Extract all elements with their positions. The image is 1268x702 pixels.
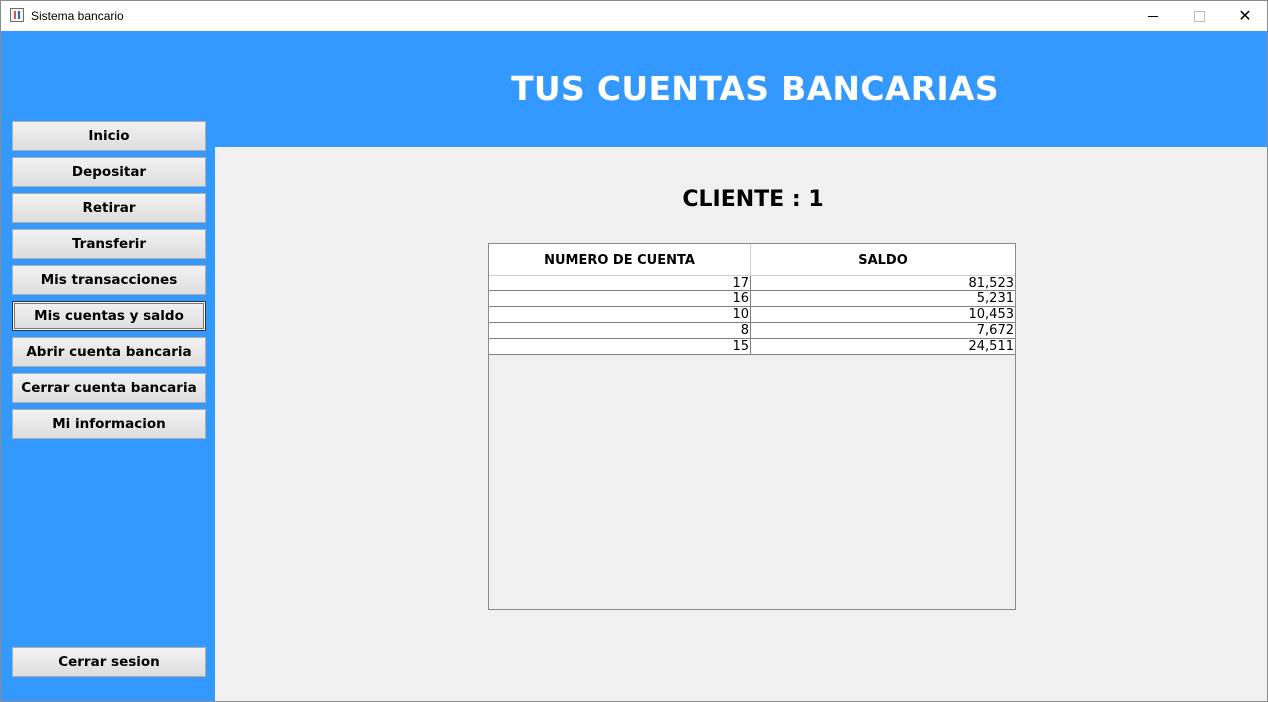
app-window: Sistema bancario ✕ Inicio Depositar Reti… xyxy=(0,0,1268,702)
sidebar-item-transferir[interactable]: Transferir xyxy=(12,229,206,259)
page-header: TUS CUENTAS BANCARIAS xyxy=(215,31,1267,147)
minimize-button[interactable] xyxy=(1130,1,1176,31)
sidebar-item-cerrar-cuenta[interactable]: Cerrar cuenta bancaria xyxy=(12,373,206,403)
table-row[interactable]: 16 5,231 xyxy=(489,291,1015,307)
close-icon: ✕ xyxy=(1238,6,1252,25)
balance-cell[interactable]: 81,523 xyxy=(751,276,1015,291)
table-header: NUMERO DE CUENTA SALDO xyxy=(489,244,1015,275)
column-header-balance[interactable]: SALDO xyxy=(751,244,1015,275)
sidebar-item-mis-transacciones[interactable]: Mis transacciones xyxy=(12,265,206,295)
balance-cell[interactable]: 10,453 xyxy=(751,307,1015,322)
sidebar-item-depositar[interactable]: Depositar xyxy=(12,157,206,187)
table-body: 17 81,523 16 5,231 10 10,453 8 7,672 15 xyxy=(489,275,1015,355)
client-label: CLIENTE : 1 xyxy=(682,187,824,212)
title-bar[interactable]: Sistema bancario ✕ xyxy=(1,1,1267,31)
sidebar-item-inicio[interactable]: Inicio xyxy=(12,121,206,151)
maximize-button[interactable] xyxy=(1176,1,1222,31)
main-content: CLIENTE : 1 NUMERO DE CUENTA SALDO 17 81… xyxy=(215,147,1267,701)
balance-cell[interactable]: 24,511 xyxy=(751,339,1015,354)
account-number-cell[interactable]: 15 xyxy=(489,339,751,354)
table-row[interactable]: 17 81,523 xyxy=(489,275,1015,291)
balance-cell[interactable]: 5,231 xyxy=(751,291,1015,306)
account-number-cell[interactable]: 8 xyxy=(489,323,751,338)
sidebar-item-mi-informacion[interactable]: Mi informacion xyxy=(12,409,206,439)
logout-button[interactable]: Cerrar sesion xyxy=(12,647,206,677)
sidebar-item-abrir-cuenta[interactable]: Abrir cuenta bancaria xyxy=(12,337,206,367)
minimize-icon xyxy=(1148,15,1158,17)
java-app-icon xyxy=(10,8,24,22)
column-header-account-number[interactable]: NUMERO DE CUENTA xyxy=(489,244,751,275)
sidebar: Inicio Depositar Retirar Transferir Mis … xyxy=(1,31,215,701)
balance-cell[interactable]: 7,672 xyxy=(751,323,1015,338)
sidebar-item-mis-cuentas-y-saldo[interactable]: Mis cuentas y saldo xyxy=(12,301,206,331)
table-row[interactable]: 15 24,511 xyxy=(489,339,1015,355)
account-number-cell[interactable]: 16 xyxy=(489,291,751,306)
table-row[interactable]: 8 7,672 xyxy=(489,323,1015,339)
table-row[interactable]: 10 10,453 xyxy=(489,307,1015,323)
accounts-table[interactable]: NUMERO DE CUENTA SALDO 17 81,523 16 5,23… xyxy=(488,243,1016,610)
account-number-cell[interactable]: 10 xyxy=(489,307,751,322)
window-title: Sistema bancario xyxy=(31,9,124,23)
close-button[interactable]: ✕ xyxy=(1222,1,1267,31)
sidebar-item-retirar[interactable]: Retirar xyxy=(12,193,206,223)
maximize-icon xyxy=(1193,10,1205,22)
account-number-cell[interactable]: 17 xyxy=(489,276,751,291)
page-title: TUS CUENTAS BANCARIAS xyxy=(511,69,999,108)
